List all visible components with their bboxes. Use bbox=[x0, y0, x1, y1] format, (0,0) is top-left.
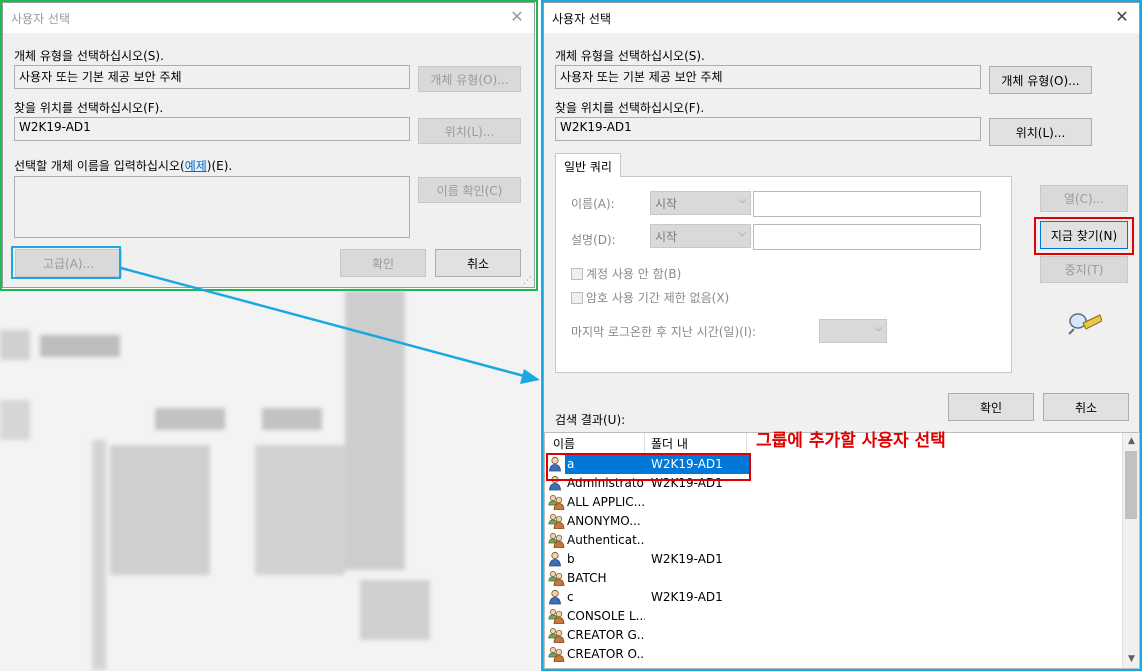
tab-common-queries[interactable]: 일반 쿼리 bbox=[555, 153, 621, 177]
annotation-text: 그룹에 추가할 사용자 선택 bbox=[756, 431, 946, 451]
selected-user-highlight bbox=[546, 453, 751, 481]
right-dialog-frame bbox=[541, 0, 1142, 671]
find-now-button-highlight bbox=[1034, 217, 1134, 255]
left-dialog-frame bbox=[0, 0, 538, 291]
blurred-background-content bbox=[0, 280, 540, 671]
